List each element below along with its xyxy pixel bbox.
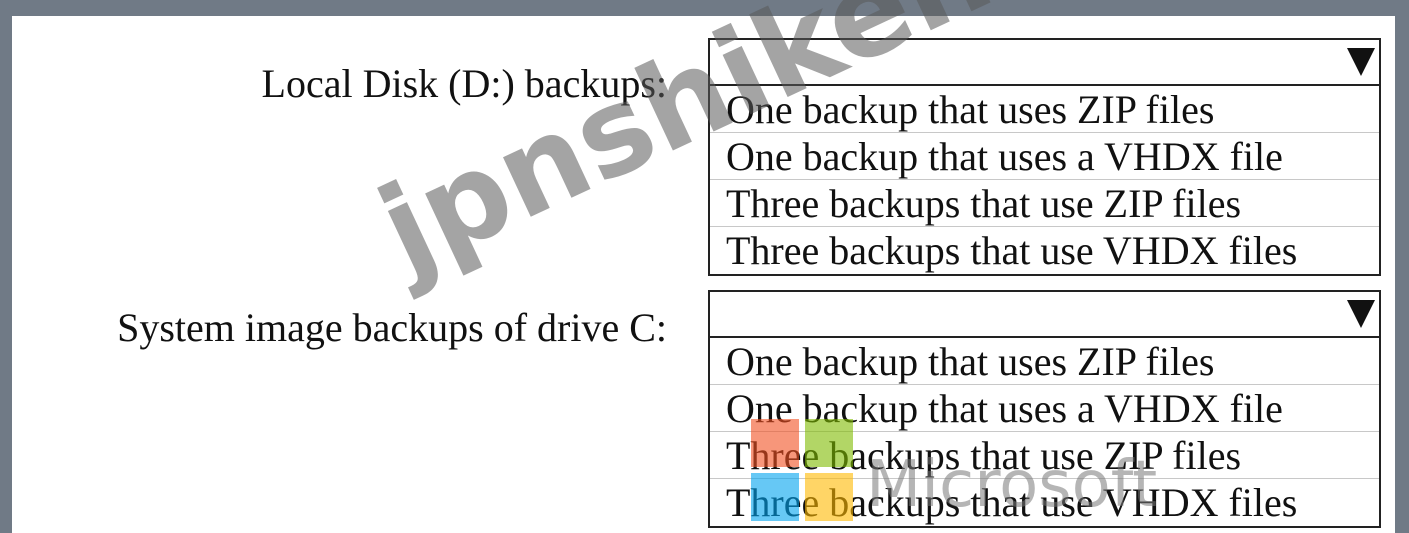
- dropdown-arrow-icon[interactable]: [1347, 48, 1375, 76]
- system-image-option-4[interactable]: Three backups that use VHDX files: [710, 479, 1379, 526]
- local-disk-option-4[interactable]: Three backups that use VHDX files: [710, 227, 1379, 274]
- system-image-option-1[interactable]: One backup that uses ZIP files: [710, 338, 1379, 385]
- system-image-option-3[interactable]: Three backups that use ZIP files: [710, 432, 1379, 479]
- dropdown-arrow-icon[interactable]: [1347, 300, 1375, 328]
- system-image-label: System image backups of drive C:: [117, 305, 667, 350]
- local-disk-dropdown-header[interactable]: [710, 40, 1379, 86]
- system-image-dropdown[interactable]: One backup that uses ZIP files One backu…: [708, 290, 1381, 528]
- local-disk-option-2[interactable]: One backup that uses a VHDX file: [710, 133, 1379, 180]
- local-disk-label: Local Disk (D:) backups:: [261, 61, 667, 106]
- local-disk-dropdown[interactable]: One backup that uses ZIP files One backu…: [708, 38, 1381, 276]
- question-panel: Local Disk (D:) backups: One backup that…: [12, 16, 1395, 533]
- system-image-dropdown-header[interactable]: [710, 292, 1379, 338]
- local-disk-option-1[interactable]: One backup that uses ZIP files: [710, 86, 1379, 133]
- local-disk-option-3[interactable]: Three backups that use ZIP files: [710, 180, 1379, 227]
- system-image-option-2[interactable]: One backup that uses a VHDX file: [710, 385, 1379, 432]
